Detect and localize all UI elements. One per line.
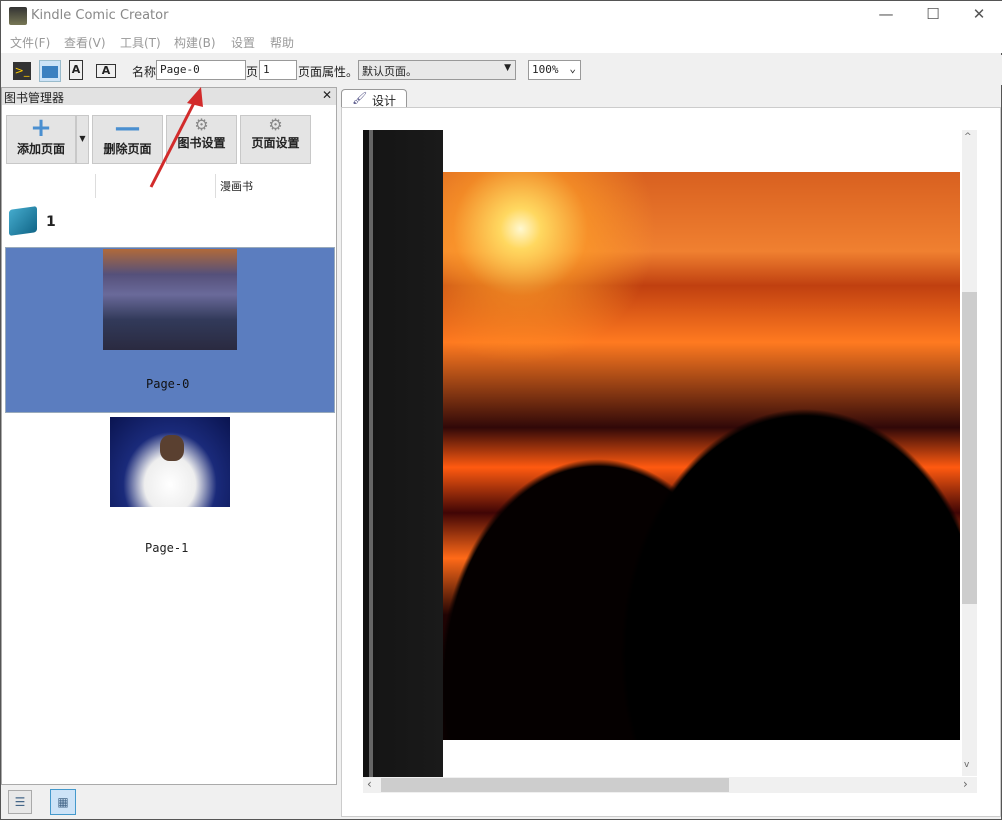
book-name[interactable]: 1	[46, 214, 56, 230]
page-item-0[interactable]: Page-0	[5, 247, 335, 413]
page-number-input[interactable]: 1	[259, 60, 297, 80]
add-page-label: 添加页面	[16, 142, 65, 156]
column-divider	[95, 174, 96, 198]
page-margin	[443, 740, 960, 777]
book-icon	[9, 206, 37, 236]
annotation-arrow	[149, 87, 203, 188]
column-header[interactable]: 漫画书	[220, 178, 253, 194]
app-icon	[9, 7, 27, 25]
text-frame-icon[interactable]: A	[96, 64, 116, 78]
maximize-button[interactable]: ☐	[918, 5, 948, 27]
list-view-icon[interactable]: ☰	[8, 790, 32, 814]
column-divider	[215, 174, 216, 198]
page-settings-button[interactable]: ⚙ 页面设置	[240, 115, 311, 164]
scroll-up-icon[interactable]: ^	[964, 132, 972, 142]
book-manager-panel: 图书管理器 ✕ + 添加页面 ▼ — 删除页面 ⚙ 图书设置 ⚙ 页面设置 漫画…	[1, 87, 337, 785]
chevron-down-icon: ▼	[504, 63, 511, 73]
menu-help[interactable]: 帮助	[270, 34, 294, 51]
add-page-button[interactable]: + 添加页面	[6, 115, 76, 164]
page-props-label: 页面属性。	[298, 65, 359, 79]
menu-tools[interactable]: 工具(T)	[120, 34, 161, 51]
menu-file[interactable]: 文件(F)	[10, 34, 50, 51]
page-props-select[interactable]: 默认页面。 ▼	[358, 60, 516, 80]
page-thumbnail[interactable]	[110, 417, 230, 507]
scroll-right-icon[interactable]: ›	[963, 777, 968, 791]
window-title: Kindle Comic Creator	[31, 8, 169, 23]
horizontal-scrollbar[interactable]: ‹ ›	[363, 777, 977, 793]
zoom-value: 100%	[532, 63, 559, 76]
cat-face	[160, 435, 184, 461]
page-image-sunset[interactable]	[443, 172, 960, 740]
close-button[interactable]: ✕	[964, 5, 994, 27]
menu-bar: 文件(F) 查看(V) 工具(T) 构建(B) 设置 帮助	[1, 31, 1002, 53]
page-margin	[443, 130, 960, 172]
design-canvas-area: ^ v ‹ ›	[341, 107, 1001, 817]
vertical-scrollbar[interactable]: ^ v	[962, 130, 977, 776]
menu-build[interactable]: 构建(B)	[174, 34, 216, 51]
page-name-input[interactable]: Page-0	[156, 60, 246, 80]
panel-title: 图书管理器	[4, 91, 65, 105]
scrollbar-thumb[interactable]	[381, 778, 729, 792]
zoom-select[interactable]: 100% ⌄	[528, 60, 581, 80]
add-page-dropdown[interactable]: ▼	[76, 115, 89, 164]
page-label: Page-0	[146, 377, 190, 391]
page-label[interactable]: Page-1	[145, 541, 188, 555]
terminal-icon[interactable]: >_	[13, 62, 31, 80]
page-label: 页	[246, 65, 259, 79]
panel-close-button[interactable]: ✕	[322, 88, 332, 102]
name-label: 名称	[132, 65, 157, 79]
scroll-left-icon[interactable]: ‹	[367, 777, 372, 791]
brush-icon: 🖌	[352, 91, 368, 105]
scroll-down-icon[interactable]: v	[964, 760, 969, 770]
title-bar: Kindle Comic Creator — ☐ ✕	[1, 1, 1002, 31]
page-settings-label: 页面设置	[251, 136, 300, 150]
minimize-button[interactable]: —	[871, 5, 901, 27]
page-thumbnail	[103, 249, 237, 350]
gear-icon: ⚙	[268, 115, 283, 134]
tab-design[interactable]: 🖌 设计	[341, 89, 407, 108]
grid-view-icon[interactable]: ▦	[50, 789, 76, 815]
page-props-value: 默认页面。	[362, 65, 417, 78]
page-spine	[363, 130, 444, 777]
menu-settings[interactable]: 设置	[231, 34, 255, 51]
text-icon[interactable]: A	[69, 60, 83, 80]
folder-icon[interactable]	[39, 60, 61, 82]
plus-icon: +	[30, 113, 52, 143]
menu-view[interactable]: 查看(V)	[64, 34, 106, 51]
scrollbar-thumb[interactable]	[962, 292, 977, 604]
chevron-down-icon: ⌄	[569, 62, 576, 75]
